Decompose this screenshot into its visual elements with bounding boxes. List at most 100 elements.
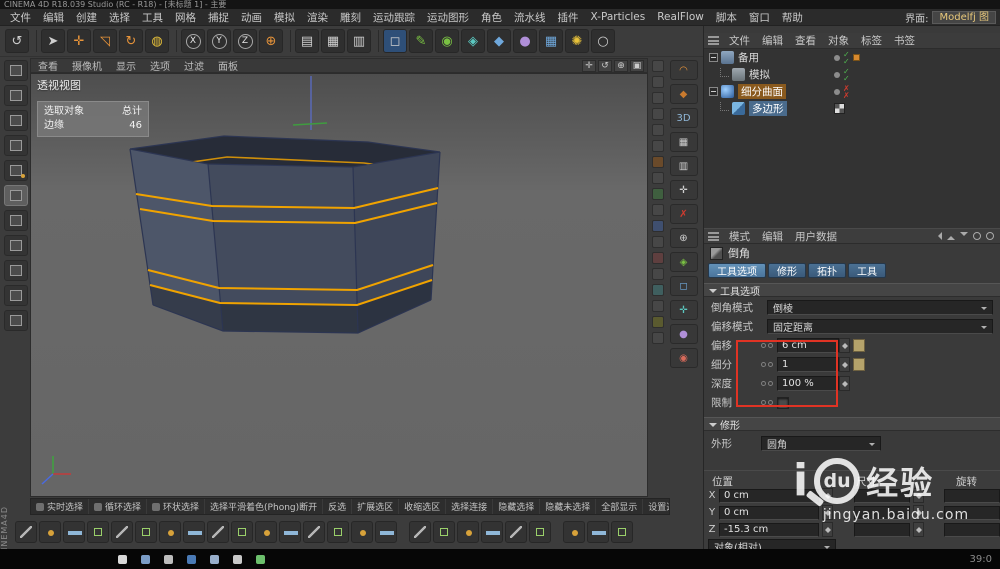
position-y-input[interactable]: 0 cm xyxy=(719,506,819,520)
layer-dot[interactable] xyxy=(834,72,840,78)
taskbar-icon[interactable] xyxy=(118,555,127,564)
invert-selection-button[interactable]: 反选 xyxy=(323,499,352,514)
object-row-subdivision[interactable]: 细分曲面 ✗✗ xyxy=(704,83,1000,100)
lock-x-axis-button[interactable]: X xyxy=(181,29,205,53)
side-tool-icon[interactable] xyxy=(652,92,664,104)
menu-edit[interactable]: 编辑 xyxy=(37,10,70,25)
spline-snap-icon[interactable]: ● xyxy=(670,324,698,344)
normal-rotate-icon[interactable] xyxy=(279,521,301,543)
tag-icon[interactable] xyxy=(853,54,860,61)
magnet-snap-icon[interactable]: ◠ xyxy=(670,60,698,80)
menu-plugins[interactable]: 插件 xyxy=(552,10,585,25)
layer-dot[interactable] xyxy=(834,89,840,95)
position-x-stepper[interactable] xyxy=(822,488,833,503)
polygons-mode-icon[interactable] xyxy=(4,210,28,231)
rotation-p-input[interactable] xyxy=(944,506,1000,520)
smooth-shift-icon[interactable] xyxy=(207,521,229,543)
tab-shaping[interactable]: 修形 xyxy=(768,263,806,278)
stitch-sew-icon[interactable] xyxy=(327,521,349,543)
attr-menu-edit[interactable]: 编辑 xyxy=(756,229,789,244)
rotate-tool-icon[interactable]: ↻ xyxy=(119,29,143,53)
3d-snap-icon[interactable]: 3D xyxy=(670,108,698,128)
search-icon[interactable] xyxy=(986,232,994,240)
position-z-input[interactable]: -15.3 cm xyxy=(719,523,819,537)
polygon-snap-icon[interactable]: ✛ xyxy=(670,300,698,320)
section-tool-options[interactable]: 工具选项 xyxy=(704,283,1000,297)
side-tool-icon[interactable] xyxy=(652,76,664,88)
taskbar-icon[interactable] xyxy=(187,555,196,564)
light-icon[interactable]: ✺ xyxy=(565,29,589,53)
tab-tool[interactable]: 工具 xyxy=(848,263,886,278)
side-tool-icon[interactable] xyxy=(652,108,664,120)
optimize-icon[interactable] xyxy=(409,521,431,543)
panel-menu-icon[interactable] xyxy=(708,232,719,241)
lock-z-axis-button[interactable]: Z xyxy=(233,29,257,53)
side-tool-icon[interactable] xyxy=(652,316,664,328)
menu-pipeline[interactable]: 流水线 xyxy=(508,10,552,25)
floor-grid-icon[interactable]: ▦ xyxy=(539,29,563,53)
magnet-tool-icon[interactable] xyxy=(63,521,85,543)
viewport-menu-options[interactable]: 选项 xyxy=(143,58,177,73)
tab-topology[interactable]: 拓扑 xyxy=(808,263,846,278)
inner-extrude-icon[interactable] xyxy=(159,521,181,543)
set-selection-button[interactable]: 设置选集 xyxy=(643,499,670,514)
viewport-menu-camera[interactable]: 摄像机 xyxy=(65,58,109,73)
extrude-tool-icon[interactable] xyxy=(111,521,133,543)
position-z-stepper[interactable] xyxy=(822,522,833,537)
spline-pen-icon[interactable]: ✎ xyxy=(409,29,433,53)
scale-tool-icon[interactable]: ◹ xyxy=(93,29,117,53)
menu-animate[interactable]: 动画 xyxy=(235,10,268,25)
om-menu-tags[interactable]: 标签 xyxy=(855,33,888,48)
panel-menu-icon[interactable] xyxy=(708,36,719,45)
side-tool-icon[interactable] xyxy=(652,140,664,152)
disconnect-icon[interactable] xyxy=(529,521,551,543)
menu-tools[interactable]: 工具 xyxy=(136,10,169,25)
shrink-selection-button[interactable]: 收缩选区 xyxy=(399,499,446,514)
object-label[interactable]: 备用 xyxy=(738,50,759,65)
ring-selection-button[interactable]: 环状选择 xyxy=(147,499,205,514)
rotation-b-input[interactable] xyxy=(944,523,1000,537)
position-y-stepper[interactable] xyxy=(822,505,833,520)
attr-menu-mode[interactable]: 模式 xyxy=(723,229,756,244)
menu-create[interactable]: 创建 xyxy=(70,10,103,25)
collapse-icon[interactable] xyxy=(709,87,718,96)
parent-icon[interactable] xyxy=(947,232,955,240)
position-x-input[interactable]: 0 cm xyxy=(719,489,819,503)
side-tool-icon[interactable] xyxy=(652,284,664,296)
viewport-solo-icon[interactable] xyxy=(4,260,28,281)
side-tool-icon[interactable] xyxy=(652,156,664,168)
band-tool-icon[interactable]: ◆ xyxy=(670,84,698,104)
history-back-icon[interactable] xyxy=(934,232,942,240)
weld-tool-icon[interactable] xyxy=(351,521,373,543)
section-shaping[interactable]: 修形 xyxy=(704,417,1000,431)
texture-mode-icon[interactable] xyxy=(4,110,28,131)
object-label-selected[interactable]: 多边形 xyxy=(749,101,787,116)
object-row-beiyong[interactable]: 备用 ✓✓ xyxy=(704,49,1000,66)
axis-grid-icon[interactable]: ▥ xyxy=(670,156,698,176)
side-tool-icon[interactable] xyxy=(652,124,664,136)
side-tool-icon[interactable] xyxy=(652,252,664,264)
unhide-all-button[interactable]: 全部显示 xyxy=(596,499,643,514)
subdivision-stepper[interactable] xyxy=(839,357,850,372)
bevel-mode-dropdown[interactable]: 倒棱 xyxy=(767,300,993,315)
live-selection-button[interactable]: 实时选择 xyxy=(31,499,89,514)
viewport-menu-view[interactable]: 查看 xyxy=(31,58,65,73)
size-x-input[interactable] xyxy=(854,489,910,503)
pan-view-icon[interactable]: ✛ xyxy=(582,60,596,72)
size-z-input[interactable] xyxy=(854,523,910,537)
iron-tool-icon[interactable] xyxy=(87,521,109,543)
om-menu-file[interactable]: 文件 xyxy=(723,33,756,48)
side-tool-icon[interactable] xyxy=(652,300,664,312)
menu-window[interactable]: 窗口 xyxy=(743,10,776,25)
disabled-cross-icon[interactable]: ✗ xyxy=(843,92,850,99)
offset-stepper[interactable] xyxy=(839,338,850,353)
taskbar-icon[interactable] xyxy=(210,555,219,564)
menu-help[interactable]: 帮助 xyxy=(776,10,809,25)
om-menu-objects[interactable]: 对象 xyxy=(822,33,855,48)
brush-tool-icon[interactable] xyxy=(39,521,61,543)
array-generator-icon[interactable]: ◈ xyxy=(461,29,485,53)
texture-tag-icon[interactable] xyxy=(834,103,845,114)
side-tool-icon[interactable] xyxy=(652,236,664,248)
menu-script[interactable]: 脚本 xyxy=(710,10,743,25)
material-icon[interactable]: ● xyxy=(513,29,537,53)
